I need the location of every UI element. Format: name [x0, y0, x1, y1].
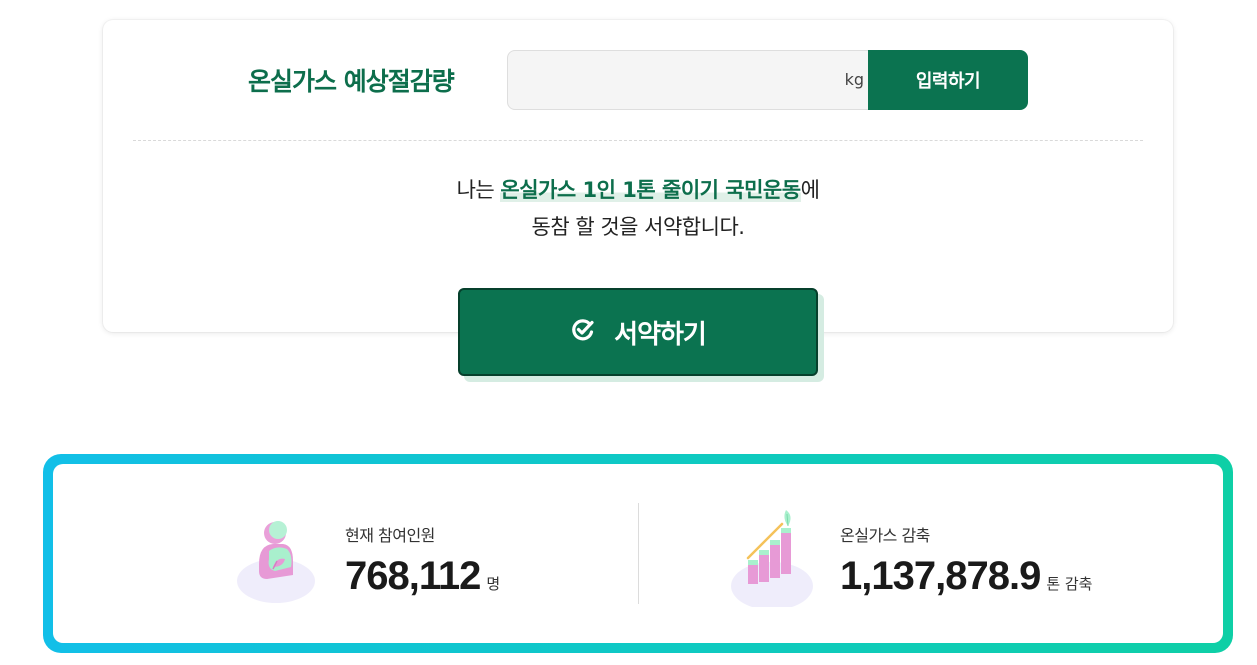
reduction-input-box: kg [507, 50, 869, 110]
pledge-text-prefix: 나는 [456, 178, 501, 202]
pledge-card: 온실가스 예상절감량 kg 입력하기 나는 온실가스 1인 1톤 줄이기 국민운… [103, 20, 1173, 332]
unit-label: kg [844, 70, 864, 89]
reduction-icon-wrap [726, 502, 821, 611]
person-leaf-icon [237, 521, 315, 603]
participants-value: 768,112 [345, 554, 481, 598]
reduction-input-label: 온실가스 예상절감량 [248, 67, 455, 96]
stats-divider [638, 503, 639, 604]
divider [133, 140, 1143, 141]
participants-stat: 현재 참여인원 768,112 명 [345, 522, 500, 599]
reduction-unit: 톤 감축 [1046, 575, 1093, 593]
participants-label: 현재 참여인원 [345, 526, 435, 545]
reduction-value: 1,137,878.9 [840, 554, 1041, 598]
participants-icon-wrap [233, 509, 323, 608]
sign-pledge-label: 서약하기 [614, 319, 707, 350]
stats-panel: 현재 참여인원 768,112 명 온실가스 감축 1,137,878.9 톤 … [43, 454, 1233, 653]
reduction-input-row: 온실가스 예상절감량 kg 입력하기 [103, 50, 1173, 110]
stats-inner: 현재 참여인원 768,112 명 온실가스 감축 1,137,878.9 톤 … [53, 464, 1223, 643]
growth-chart-icon [731, 510, 813, 610]
pledge-text-highlight: 온실가스 1인 1톤 줄이기 국민운동 [500, 178, 801, 202]
participants-unit: 명 [486, 575, 501, 593]
reduction-stat: 온실가스 감축 1,137,878.9 톤 감축 [840, 522, 1092, 599]
reduction-label: 온실가스 감축 [840, 526, 930, 545]
pledge-statement: 나는 온실가스 1인 1톤 줄이기 국민운동에 동참 할 것을 서약합니다. [103, 172, 1173, 246]
pledge-text-suffix: 에 [800, 178, 820, 202]
sign-pledge-button[interactable]: 서약하기 [458, 288, 818, 376]
check-circle-icon [570, 316, 596, 349]
pledge-text-line2: 동참 할 것을 서약합니다. [531, 215, 745, 239]
submit-button[interactable]: 입력하기 [868, 50, 1028, 110]
reduction-input[interactable] [508, 51, 828, 109]
